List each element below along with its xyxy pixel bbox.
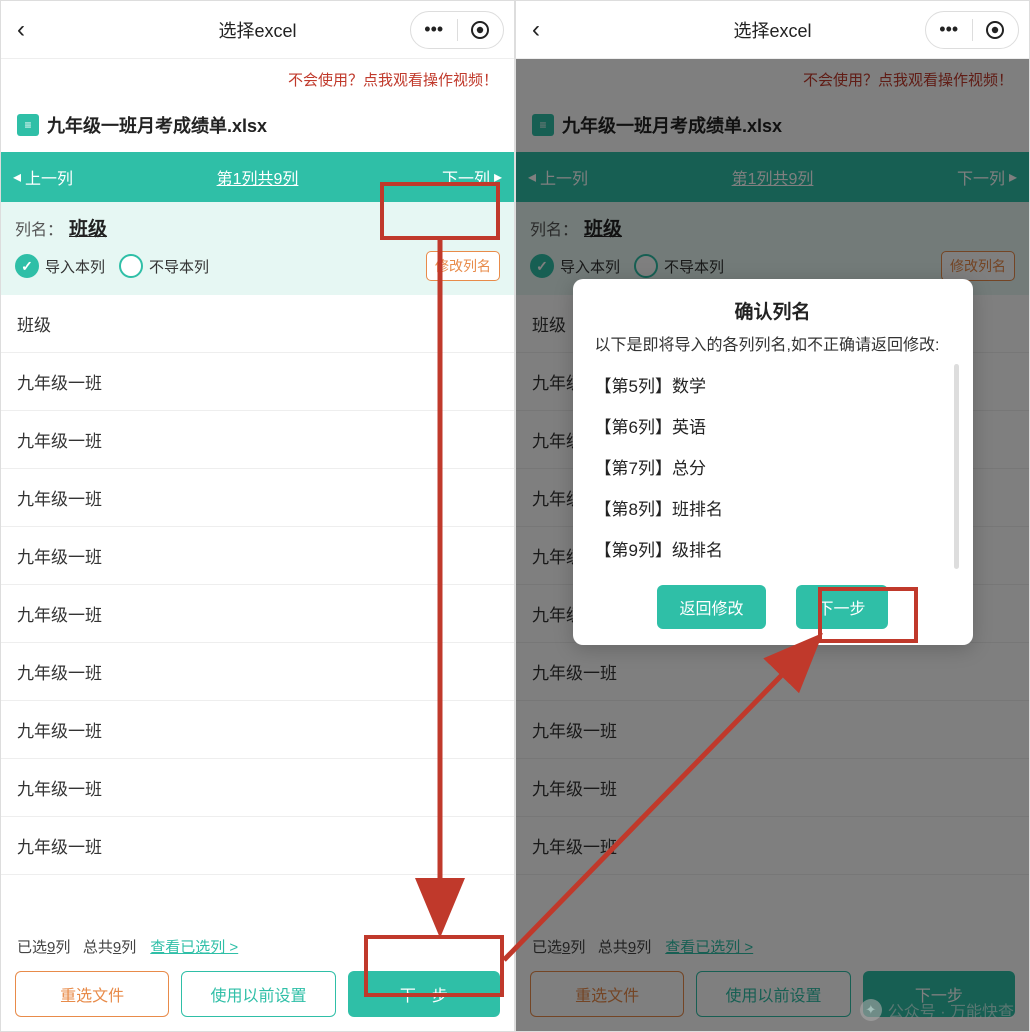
list-item: 九年级一班 [1,585,514,643]
view-selected-link[interactable]: 查看已选列 > [150,936,238,957]
help-banner[interactable]: 不会使用？点我观看操作视频！ [1,59,514,104]
more-icon[interactable]: ••• [411,19,457,40]
page-title: 选择excel [733,17,811,43]
file-name: 九年级一班月考成绩单.xlsx [47,112,267,138]
column-name-value: 班级 [69,214,107,241]
close-target-icon[interactable] [458,20,504,40]
column-nav-bar: ◂ 上一列 第1列共9列 下一列 ▸ [1,152,514,202]
radio-import-on-icon[interactable] [15,254,39,278]
close-target-icon[interactable] [973,20,1019,40]
edit-column-name-button[interactable]: 修改列名 [426,251,500,281]
dialog-back-button[interactable]: 返回修改 [657,585,765,629]
dialog-list-item: 【第7列】总分 [595,446,961,487]
file-row: ≡ 九年级一班月考成绩单.xlsx [1,104,514,152]
next-step-button[interactable]: 下一步 [348,971,500,1017]
list-item: 九年级一班 [1,701,514,759]
screen-left: ‹ 选择excel ••• 不会使用？点我观看操作视频！ ≡ 九年级一班月考成绩… [0,0,515,1032]
dialog-next-button[interactable]: 下一步 [796,585,888,629]
miniapp-capsule[interactable]: ••• [925,11,1019,49]
footer-buttons: 重选文件 使用以前设置 下一步 [1,963,514,1031]
import-radio-group: 导入本列 不导本列 [15,254,209,278]
column-indicator[interactable]: 第1列共9列 [217,165,299,189]
list-item: 班级 [1,295,514,353]
header-bar: ‹ 选择excel ••• [1,1,514,59]
next-column-button[interactable]: 下一列 ▸ [442,165,502,189]
list-item: 九年级一班 [1,643,514,701]
back-icon[interactable]: ‹ [532,16,540,44]
dialog-buttons: 返回修改 下一步 [573,581,973,629]
dialog-title: 确认列名 [573,297,973,324]
list-item: 九年级一班 [1,817,514,875]
dialog-list-item: 【第9列】级排名 [595,528,961,569]
back-icon[interactable]: ‹ [17,16,25,44]
list-item: 九年级一班 [1,527,514,585]
header-bar: ‹ 选择excel ••• [516,1,1029,59]
radio-skip-off-icon[interactable] [119,254,143,278]
wechat-icon: ✦ [860,999,882,1021]
column-name-label: 列名： [15,216,63,240]
miniapp-capsule[interactable]: ••• [410,11,504,49]
triangle-right-icon: ▸ [494,167,502,187]
dialog-column-list[interactable]: 【第5列】数学 【第6列】英语 【第7列】总分 【第8列】班排名 【第9列】级排… [595,364,961,569]
list-item: 九年级一班 [1,353,514,411]
excel-file-icon: ≡ [17,114,39,136]
prev-column-button[interactable]: ◂ 上一列 [13,165,73,189]
radio-import-label[interactable]: 导入本列 [45,256,105,277]
reselect-file-button[interactable]: 重选文件 [15,971,169,1017]
dialog-list-item: 【第8列】班排名 [595,487,961,528]
column-info-panel: 列名： 班级 导入本列 不导本列 修改列名 [1,202,514,295]
triangle-left-icon: ◂ [13,167,21,187]
list-item: 九年级一班 [1,469,514,527]
data-preview-list[interactable]: 班级 九年级一班 九年级一班 九年级一班 九年级一班 九年级一班 九年级一班 九… [1,295,514,928]
dialog-subtitle: 以下是即将导入的各列列名,如不正确请返回修改: [573,334,973,364]
radio-skip-label[interactable]: 不导本列 [149,256,209,277]
screen-right: ‹ 选择excel ••• 不会使用？点我观看操作视频！ ≡ 九年级一班月考成绩… [515,0,1030,1032]
watermark: ✦ 公众号 · 万能快查 [860,998,1014,1022]
dialog-list-item: 【第6列】英语 [595,405,961,446]
use-prev-settings-button[interactable]: 使用以前设置 [181,971,335,1017]
footer-summary: 已选9列 总共9列 查看已选列 > [1,928,514,963]
more-icon[interactable]: ••• [926,19,972,40]
dialog-list-item: 【第5列】数学 [595,364,961,405]
page-title: 选择excel [218,17,296,43]
list-item: 九年级一班 [1,411,514,469]
list-item: 九年级一班 [1,759,514,817]
confirm-columns-dialog: 确认列名 以下是即将导入的各列列名,如不正确请返回修改: 【第5列】数学 【第6… [573,279,973,645]
